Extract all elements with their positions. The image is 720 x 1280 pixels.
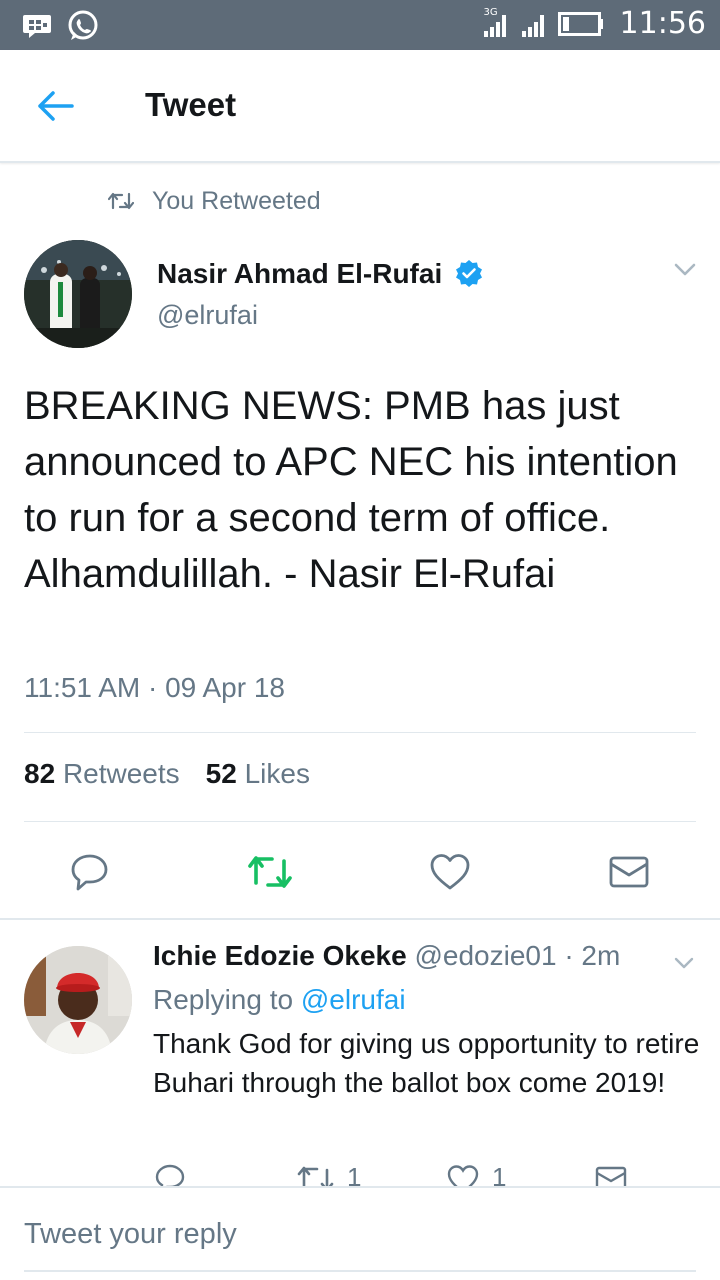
like-count: 52 (205, 758, 237, 789)
direct-message-button[interactable] (607, 850, 651, 894)
reply-age: · 2m (564, 940, 621, 971)
whatsapp-icon (68, 10, 98, 40)
reply-button[interactable] (68, 850, 112, 894)
status-bar: 3G 11:56 (0, 0, 720, 50)
reply-composer (0, 1186, 720, 1280)
app-header: Tweet (0, 50, 720, 163)
heart-icon (447, 1165, 479, 1188)
reply-author-handle[interactable]: @edozie01 (414, 940, 556, 971)
battery-icon (557, 11, 603, 36)
retweet-icon (248, 856, 292, 888)
verified-badge-icon (456, 260, 482, 287)
tweet-timestamp: 11:51 AM · 09 Apr 18 (24, 672, 285, 703)
likes-stat[interactable]: 52 Likes (206, 758, 310, 790)
author-handle[interactable]: @elrufai (157, 300, 258, 331)
reply-message-button[interactable] (594, 1162, 628, 1188)
tweet-text: BREAKING NEWS: PMB has just announced to… (24, 384, 678, 596)
bbm-icon (23, 15, 51, 38)
retweet-context: You Retweeted (108, 186, 321, 216)
retweet-icon (297, 1166, 334, 1188)
reply-like-button[interactable]: 1 (446, 1162, 506, 1188)
retweet-button[interactable] (247, 850, 292, 894)
divider (24, 821, 696, 822)
signal-icon: 3G (482, 7, 510, 39)
reply-header: Ichie Edozie Okeke @edozie01 · 2m (153, 940, 620, 972)
status-notifications (22, 9, 100, 43)
signal-icon (521, 14, 544, 37)
clock: 11:56 (619, 6, 706, 41)
engagement-counts: 82 Retweets 52 Likes (24, 758, 310, 790)
replying-to-prefix: Replying to (153, 984, 294, 1015)
heart-icon (430, 854, 470, 890)
like-button[interactable] (428, 850, 472, 894)
author-name[interactable]: Nasir Ahmad El-Rufai (157, 258, 442, 290)
divider (0, 918, 720, 920)
reply-text: Thank God for giving us opportunity to r… (153, 1028, 700, 1098)
reply-author-avatar[interactable] (24, 946, 132, 1054)
reply-retweet-count: 1 (347, 1162, 362, 1188)
page-title: Tweet (145, 86, 237, 123)
author-avatar[interactable] (24, 240, 132, 348)
chevron-down-icon[interactable] (673, 956, 695, 970)
reply-reply-button[interactable] (153, 1162, 187, 1188)
retweet-icon (108, 192, 134, 210)
tweet-actions (0, 846, 720, 898)
reply-input[interactable] (24, 1218, 696, 1251)
retweet-count-label: Retweets (62, 758, 180, 789)
reply-icon (155, 1164, 185, 1188)
replying-to: Replying to @elrufai (153, 984, 406, 1016)
retweet-context-label: You Retweeted (152, 186, 321, 215)
reply-retweet-button[interactable]: 1 (297, 1162, 361, 1188)
reply-icon (71, 854, 108, 891)
reply-actions: 1 1 (0, 1160, 720, 1188)
reply-like-count: 1 (492, 1162, 507, 1188)
divider (24, 732, 696, 733)
envelope-icon (595, 1166, 627, 1188)
envelope-icon (609, 856, 649, 888)
replying-to-mention[interactable]: @elrufai (301, 984, 406, 1015)
reply-input-underline (24, 1270, 696, 1272)
retweets-stat[interactable]: 82 Retweets (24, 758, 180, 790)
like-count-label: Likes (244, 758, 310, 789)
retweet-count: 82 (24, 758, 56, 789)
status-system: 3G 11:56 (482, 6, 706, 41)
chevron-down-icon[interactable] (673, 262, 697, 278)
arrow-left-icon (38, 91, 74, 121)
reply-author-name[interactable]: Ichie Edozie Okeke (153, 940, 407, 971)
back-button[interactable] (36, 88, 76, 124)
